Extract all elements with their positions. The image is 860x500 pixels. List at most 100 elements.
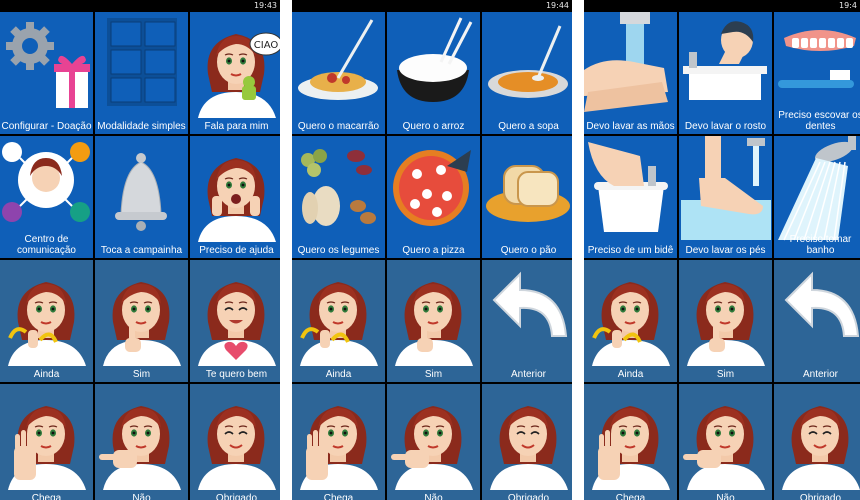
tile-shower[interactable]: Preciso tomar banho <box>774 136 860 258</box>
soup-icon <box>488 25 568 98</box>
woman-heart-icon <box>198 282 276 366</box>
tile-woman-stop-hand[interactable]: Chega <box>584 384 677 500</box>
tile-label: Preciso de um bidê <box>587 245 674 256</box>
status-time: 19:44 <box>545 1 569 10</box>
tile-bidet[interactable]: Preciso de um bidê <box>584 136 677 258</box>
tile-label: Não <box>132 493 151 500</box>
tile-woman-thanks[interactable]: Obrigado <box>774 384 860 500</box>
woman-ciao-icon: CIAO <box>198 32 280 118</box>
tile-grid[interactable]: Modalidade simples <box>95 12 188 134</box>
tile-bread[interactable]: Quero o pão <box>482 136 572 258</box>
tile-label: Ainda <box>33 369 60 380</box>
tile-back-arrow[interactable]: Anterior <box>482 260 572 382</box>
tile-bell[interactable]: Toca a campainha <box>95 136 188 258</box>
tile-label: Chega <box>31 493 62 500</box>
tile-grid: Configurar - Doação Modalidade simples CI… <box>0 12 280 500</box>
tile-label: Ainda <box>617 369 644 380</box>
tile-grid: Devo lavar as mãos Devo lavar o rosto Prec… <box>584 12 860 500</box>
woman-no-sign-icon <box>683 406 765 490</box>
tile-woman-stop-hand[interactable]: Chega <box>0 384 93 500</box>
tile-label: Chega <box>615 493 646 500</box>
wash-hands-icon <box>584 12 668 112</box>
tile-label: Anterior <box>510 369 546 380</box>
tile-woman-yes-sign[interactable]: Sim <box>387 260 480 382</box>
tile-rice-bowl[interactable]: Quero o arroz <box>387 12 480 134</box>
tile-label: Sim <box>132 369 151 380</box>
legumes-icon <box>301 149 376 226</box>
woman-more-sign-icon <box>8 282 86 366</box>
tile-pizza[interactable]: Quero a pizza <box>387 136 480 258</box>
tile-woman-more-sign[interactable]: Ainda <box>584 260 677 382</box>
tile-woman-yes-sign[interactable]: Sim <box>95 260 188 382</box>
tile-legumes[interactable]: Quero os legumes <box>292 136 385 258</box>
tile-woman-more-sign[interactable]: Ainda <box>0 260 93 382</box>
tile-label: Toca a campainha <box>100 245 183 256</box>
tile-label: Quero o arroz <box>402 121 465 132</box>
tile-label: Sim <box>424 369 443 380</box>
woman-shouting-icon <box>198 158 276 242</box>
tile-label: Devo lavar as mãos <box>586 121 675 132</box>
pizza-icon <box>393 150 471 226</box>
tile-woman-no-sign[interactable]: Não <box>95 384 188 500</box>
tile-label: Te quero bem <box>205 369 268 380</box>
tile-label: Quero o macarrão <box>297 121 380 132</box>
tile-woman-thanks[interactable]: Obrigado <box>482 384 572 500</box>
tile-toothbrush[interactable]: Preciso escovar os dentes <box>774 12 860 134</box>
screen-food: 19:44 Quero o macarrão Quero o arroz Quero… <box>292 0 572 500</box>
toothbrush-icon <box>778 30 856 88</box>
pasta-icon <box>298 19 378 100</box>
woman-more-sign-icon <box>300 282 378 366</box>
wash-feet-icon <box>681 136 771 240</box>
tile-woman-heart[interactable]: Te quero bem <box>190 260 280 382</box>
screen-hygiene: 19:4 Devo lavar as mãos Devo lavar o rost… <box>584 0 860 500</box>
tile-pasta[interactable]: Quero o macarrão <box>292 12 385 134</box>
screen-main-menu: 19:43 Configurar - Doação Modalidade simp… <box>0 0 280 500</box>
tile-gear-gift[interactable]: Configurar - Doação <box>0 12 93 134</box>
tile-label: Quero os legumes <box>297 245 380 256</box>
woman-no-sign-icon <box>391 406 473 490</box>
bell-icon <box>115 153 167 231</box>
status-bar: 19:44 <box>292 0 572 12</box>
tile-woman-thanks[interactable]: Obrigado <box>190 384 280 500</box>
tile-label: Preciso escovar os dentes <box>778 110 860 132</box>
woman-thanks-icon <box>782 406 860 490</box>
tile-back-arrow[interactable]: Anterior <box>774 260 860 382</box>
tile-woman-more-sign[interactable]: Ainda <box>292 260 385 382</box>
tile-wash-hands[interactable]: Devo lavar as mãos <box>584 12 677 134</box>
shower-icon <box>778 136 856 241</box>
tile-woman-ciao[interactable]: CIAO Fala para mim <box>190 12 280 134</box>
rice-bowl-icon <box>397 17 473 102</box>
tile-label: Devo lavar os pés <box>685 245 766 256</box>
back-arrow-icon <box>784 271 860 337</box>
tile-woman-no-sign[interactable]: Não <box>387 384 480 500</box>
tile-communication-center[interactable]: Centro de comunicação <box>0 136 93 258</box>
woman-thanks-icon <box>490 406 568 490</box>
tile-wash-feet[interactable]: Devo lavar os pés <box>679 136 772 258</box>
tile-label: Preciso tomar banho <box>789 234 852 256</box>
speech-bubble-text: CIAO <box>254 40 279 51</box>
woman-yes-sign-icon <box>103 282 181 366</box>
gear-gift-icon <box>6 22 90 108</box>
status-time: 19:43 <box>253 1 277 10</box>
tile-label: Fala para mim <box>204 121 269 132</box>
status-bar: 19:43 <box>0 0 280 12</box>
status-bar: 19:4 <box>584 0 860 12</box>
tile-woman-shouting[interactable]: Preciso de ajuda <box>190 136 280 258</box>
tile-soup[interactable]: Quero a sopa <box>482 12 572 134</box>
tile-label: Obrigado <box>507 493 550 500</box>
tile-label: Configurar - Doação <box>1 121 92 132</box>
back-arrow-icon <box>492 271 568 337</box>
woman-more-sign-icon <box>592 282 670 366</box>
woman-stop-hand-icon <box>8 406 86 490</box>
tile-woman-no-sign[interactable]: Não <box>679 384 772 500</box>
tile-woman-stop-hand[interactable]: Chega <box>292 384 385 500</box>
woman-yes-sign-icon <box>395 282 473 366</box>
tile-label: Obrigado <box>799 493 842 500</box>
tile-wash-face[interactable]: Devo lavar o rosto <box>679 12 772 134</box>
woman-no-sign-icon <box>99 406 181 490</box>
tile-woman-yes-sign[interactable]: Sim <box>679 260 772 382</box>
tile-label: Não <box>716 493 735 500</box>
tile-label: Não <box>424 493 443 500</box>
wash-face-icon <box>683 21 767 100</box>
tile-label: Ainda <box>325 369 352 380</box>
